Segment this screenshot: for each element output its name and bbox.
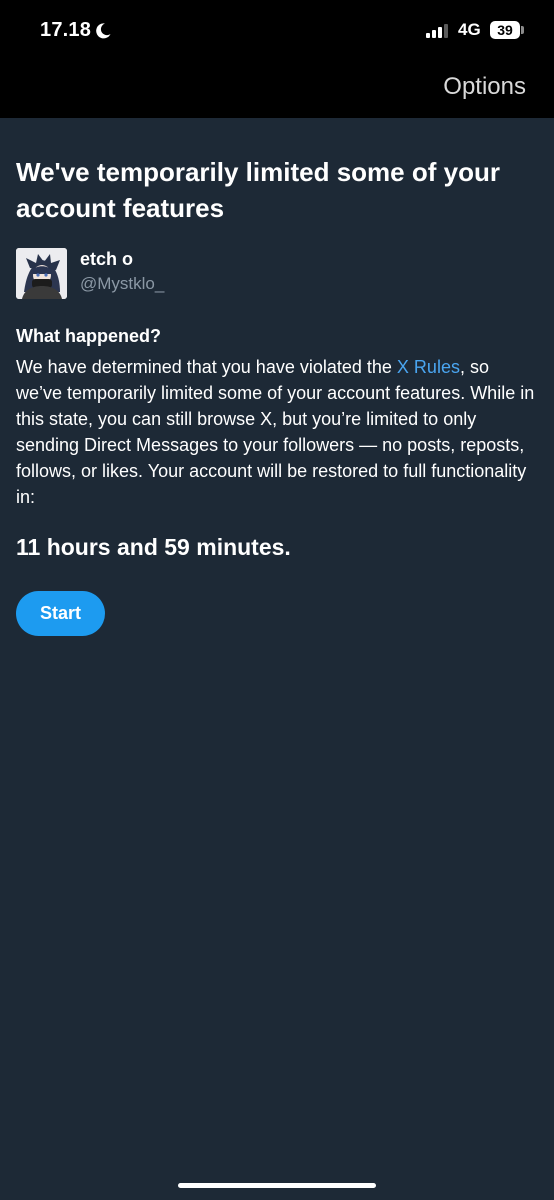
- section-heading: What happened?: [16, 326, 161, 346]
- signal-icon: [426, 24, 448, 38]
- user-profile: etch o @Mystklo_: [16, 248, 538, 306]
- battery-icon: 39: [490, 21, 520, 39]
- top-bar: 17.18 4G 39 Options: [0, 0, 554, 118]
- restriction-countdown: 11 hours and 59 minutes.: [16, 534, 291, 560]
- page-title: We've temporarily limited some of your a…: [16, 157, 500, 223]
- x-rules-link[interactable]: X Rules: [397, 357, 460, 377]
- display-name: etch o: [80, 249, 134, 269]
- home-indicator[interactable]: [178, 1183, 376, 1188]
- network-label: 4G: [458, 20, 481, 39]
- battery-nub: [521, 26, 524, 34]
- moon-icon: [96, 23, 111, 39]
- options-button[interactable]: Options: [443, 73, 526, 101]
- explanation-text-end: , so we’ve temporarily limited some of y…: [16, 357, 535, 507]
- avatar: [16, 248, 67, 299]
- start-button[interactable]: Start: [16, 591, 105, 636]
- status-time: 17.18: [40, 19, 92, 41]
- explanation-text: We have determined that you have violate…: [16, 354, 538, 510]
- user-handle: @Mystklo_: [80, 274, 165, 293]
- restriction-notice: We've temporarily limited some of your a…: [16, 118, 538, 636]
- explanation-text-start: We have determined that you have violate…: [16, 357, 397, 377]
